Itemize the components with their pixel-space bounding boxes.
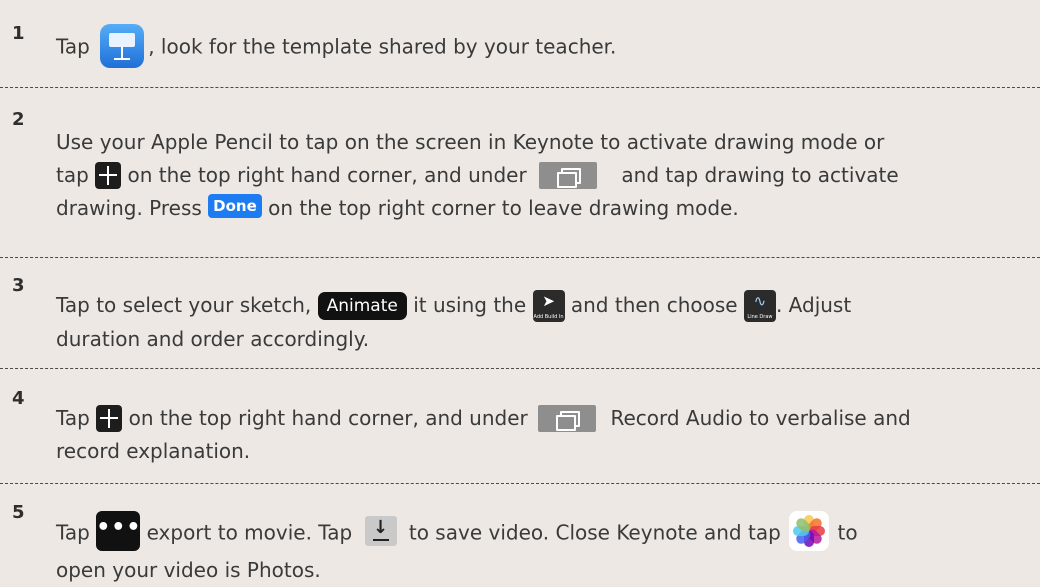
step-number: 5 (12, 502, 25, 523)
save-download-icon: ↓ (364, 516, 397, 546)
instruction-steps: 1 Tap , look for the template shared by … (0, 0, 1040, 582)
step-text-segment: to save video. Close Keynote and tap (408, 520, 781, 545)
step-text-segment: duration and order accordingly. (56, 326, 370, 351)
step-text-segment: on the top right hand corner, and under (128, 406, 528, 430)
step-number: 3 (12, 275, 25, 296)
more-icon: ••• (96, 511, 140, 551)
step-text-segment: Tap (56, 34, 90, 59)
step-text-segment: . Adjust (775, 293, 852, 317)
plus-icon (96, 405, 123, 432)
step-text-segment: Record Audio to verbalise and (610, 406, 911, 430)
step-number: 1 (12, 23, 25, 44)
keynote-app-icon (100, 24, 145, 68)
step-text-segment: on the top right hand corner, and under (127, 163, 527, 187)
step-text: Tap ••• export to movie. Tap ↓ to save v… (56, 511, 1032, 587)
step-text-segment: , look for the template shared by your t… (148, 34, 617, 59)
step-text: Tap to select your sketch, Animate it us… (56, 289, 1032, 356)
step-text-segment: record explanation. (56, 439, 251, 463)
animate-button-image: Animate (317, 291, 407, 320)
step-number: 2 (12, 109, 25, 130)
media-icon (539, 162, 598, 189)
step-text-segment: to (837, 520, 858, 545)
step-text-segment: open your video is Photos. (56, 558, 321, 582)
plus-icon (95, 162, 122, 189)
step-text: Tap on the top right hand corner, and un… (56, 402, 1032, 468)
add-build-in-label: Add Build In (533, 313, 564, 320)
step-text-segment: tap (56, 163, 89, 187)
photos-app-icon (789, 511, 830, 551)
step-text-segment: Use your Apple Pencil to tap on the scre… (56, 130, 885, 154)
dashed-divider (0, 368, 1040, 369)
step-text-segment: Tap (56, 520, 90, 545)
step-text-segment: Tap to select your sketch, (56, 293, 312, 317)
line-draw-label: Line Draw (747, 313, 773, 320)
step-text-segment: and then choose (570, 293, 738, 317)
dashed-divider (0, 257, 1040, 258)
step-text: Tap , look for the template shared by yo… (56, 24, 1032, 70)
step-text-segment: Tap (56, 406, 90, 430)
dashed-divider (0, 483, 1040, 484)
step-text-segment: and tap drawing to activate (621, 163, 899, 187)
done-button-image: Done (208, 193, 262, 218)
add-build-in-icon: ➤ Add Build In (532, 289, 565, 322)
step-number: 4 (12, 388, 25, 409)
step-text: Use your Apple Pencil to tap on the scre… (56, 126, 1032, 225)
line-draw-icon: ∿ Line Draw (743, 289, 776, 322)
media-icon (538, 405, 597, 432)
step-text-segment: export to movie. Tap (146, 520, 353, 545)
step-text-segment: drawing. Press (56, 196, 202, 220)
step-text-segment: on the top right corner to leave drawing… (268, 196, 739, 220)
dashed-divider (0, 87, 1040, 88)
step-text-segment: it using the (413, 293, 527, 317)
